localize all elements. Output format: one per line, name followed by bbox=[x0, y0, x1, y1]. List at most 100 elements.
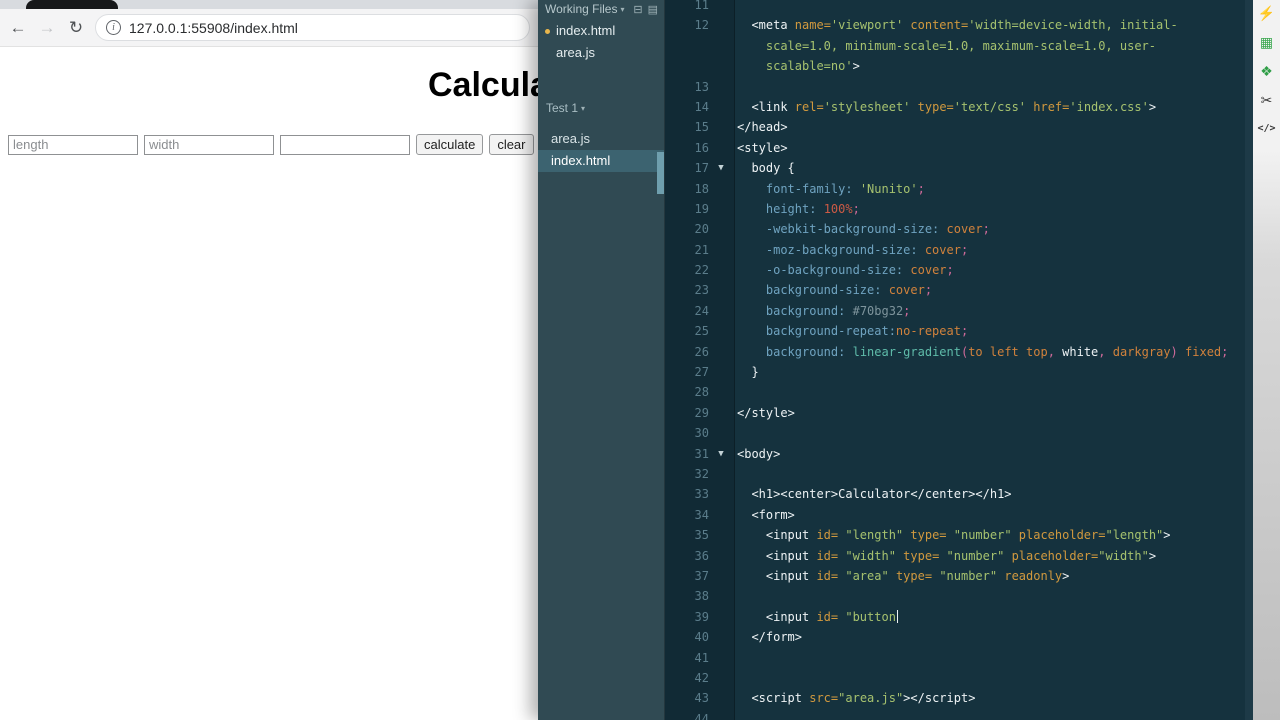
code-line[interactable] bbox=[735, 0, 737, 15]
gutter: 40 bbox=[665, 627, 735, 648]
code-line[interactable]: <script src="area.js"></script> bbox=[735, 688, 975, 708]
code-line[interactable]: -webkit-background-size: cover; bbox=[735, 219, 990, 239]
code-line[interactable] bbox=[735, 423, 737, 443]
browser-tab[interactable] bbox=[26, 0, 118, 9]
browser-toolbar: ← → ↻ i 127.0.0.1:55908/index.html bbox=[0, 9, 538, 47]
gutter: 17 ▼ bbox=[665, 158, 735, 179]
code-line[interactable]: -moz-background-size: cover; bbox=[735, 240, 968, 260]
url-bar[interactable]: i 127.0.0.1:55908/index.html bbox=[95, 14, 530, 41]
code-line[interactable]: } bbox=[735, 362, 758, 382]
line-number: 33 bbox=[694, 487, 709, 502]
gutter: 16 bbox=[665, 137, 735, 159]
code-line[interactable]: <input id= "width" type= "number" placeh… bbox=[735, 546, 1156, 566]
gutter: 34 bbox=[665, 504, 735, 526]
code-line[interactable]: <input id= "length" type= "number" place… bbox=[735, 525, 1171, 545]
file-name: index.html bbox=[556, 23, 616, 38]
fold-arrow-icon[interactable]: ▼ bbox=[709, 444, 733, 464]
gutter: 35 bbox=[665, 525, 735, 546]
code-line[interactable]: </form> bbox=[735, 627, 802, 647]
line-number: 15 bbox=[694, 120, 709, 135]
project-header[interactable]: Test 1 ▾ bbox=[538, 98, 664, 118]
browser-window: ← → ↻ i 127.0.0.1:55908/index.html Calcu… bbox=[0, 0, 538, 720]
code-line[interactable]: <form> bbox=[735, 505, 794, 525]
editor-scrollbar[interactable] bbox=[1245, 0, 1253, 720]
code-line[interactable]: <body> bbox=[735, 444, 780, 464]
code-line[interactable]: body { bbox=[735, 158, 794, 178]
project-files-list: area.js index.html bbox=[538, 128, 664, 172]
caret-down-icon: ▾ bbox=[581, 103, 586, 113]
code-line[interactable]: background: linear-gradient(to left top,… bbox=[735, 342, 1229, 362]
working-files-list: index.html area.js bbox=[538, 20, 664, 64]
line-number: 16 bbox=[694, 140, 709, 155]
working-files-header[interactable]: Working Files ▾ ⊟ ▤ bbox=[538, 0, 664, 20]
screen: ← → ↻ i 127.0.0.1:55908/index.html Calcu… bbox=[0, 0, 1280, 720]
code-line[interactable]: font-family: 'Nunito'; bbox=[735, 179, 925, 199]
split-view-icon[interactable]: ⊟ bbox=[633, 3, 642, 16]
code-line[interactable]: background: #70bg32; bbox=[735, 301, 911, 321]
sidebar-scrollbar-thumb[interactable] bbox=[657, 152, 664, 194]
extension-bricks-icon[interactable]: ▦ bbox=[1256, 31, 1278, 53]
code-line[interactable] bbox=[735, 586, 737, 606]
code-line[interactable]: background-size: cover; bbox=[735, 280, 932, 300]
fold-arrow-icon[interactable]: ▼ bbox=[709, 158, 733, 178]
area-input[interactable] bbox=[280, 134, 410, 155]
gutter: 37 bbox=[665, 565, 735, 587]
browser-tabstrip bbox=[0, 0, 538, 9]
back-icon[interactable]: ← bbox=[8, 19, 28, 36]
working-file-item[interactable]: area.js bbox=[538, 42, 664, 64]
code-line[interactable]: height: 100%; bbox=[735, 199, 860, 219]
code-line[interactable]: scale=1.0, minimum-scale=1.0, maximum-sc… bbox=[735, 36, 1156, 56]
width-input[interactable] bbox=[144, 134, 274, 155]
gutter bbox=[665, 56, 735, 77]
line-number bbox=[665, 56, 709, 76]
code-line[interactable] bbox=[735, 668, 737, 688]
code-line[interactable]: <link rel='stylesheet' type='text/css' h… bbox=[735, 97, 1156, 117]
calculator-form: calculate clear bbox=[8, 134, 534, 155]
forward-icon[interactable]: → bbox=[37, 19, 57, 36]
working-file-item[interactable]: index.html bbox=[538, 20, 664, 42]
code-line[interactable]: scalable=no'> bbox=[735, 56, 860, 76]
code-line[interactable] bbox=[735, 709, 737, 720]
code-line[interactable]: </head> bbox=[735, 117, 788, 137]
code-line[interactable]: background-repeat:no-repeat; bbox=[735, 321, 968, 341]
code-line[interactable]: <input id= "button bbox=[735, 607, 898, 627]
page-info-icon[interactable]: i bbox=[106, 20, 121, 35]
code-tag-icon[interactable]: </> bbox=[1256, 118, 1278, 140]
code-line[interactable]: <style> bbox=[735, 138, 788, 158]
reload-icon[interactable]: ↻ bbox=[66, 19, 86, 36]
calculate-button[interactable]: calculate bbox=[416, 134, 484, 155]
gutter: 36 bbox=[665, 545, 735, 566]
code-line[interactable]: -o-background-size: cover; bbox=[735, 260, 954, 280]
extension-sparkle-icon[interactable]: ❖ bbox=[1256, 60, 1278, 82]
line-number: 37 bbox=[694, 568, 709, 583]
gutter: 19 bbox=[665, 198, 735, 220]
page-content: Calculator calculate clear bbox=[0, 47, 538, 720]
project-file-item[interactable]: index.html bbox=[538, 150, 664, 172]
code-line[interactable] bbox=[735, 382, 737, 402]
line-number: 24 bbox=[694, 303, 709, 318]
line-number: 29 bbox=[694, 405, 709, 420]
length-input[interactable] bbox=[8, 134, 138, 155]
line-number: 31 bbox=[694, 446, 709, 461]
code-lines: 11 12 <meta name='viewport' content='width… bbox=[665, 0, 1253, 720]
project-file-item[interactable]: area.js bbox=[538, 128, 664, 150]
gutter: 12 bbox=[665, 15, 735, 36]
code-line[interactable]: <h1><center>Calculator</center></h1> bbox=[735, 484, 1011, 504]
code-line[interactable]: <meta name='viewport' content='width=dev… bbox=[735, 15, 1177, 35]
code-line[interactable] bbox=[735, 648, 737, 668]
code-line[interactable] bbox=[735, 464, 737, 484]
line-number: 27 bbox=[694, 365, 709, 380]
code-line[interactable] bbox=[735, 77, 737, 97]
new-file-icon[interactable]: ▤ bbox=[648, 3, 658, 16]
live-preview-icon[interactable]: ⚡ bbox=[1256, 2, 1278, 24]
code-line[interactable]: <input id= "area" type= "number" readonl… bbox=[735, 566, 1070, 586]
gutter: 22 bbox=[665, 260, 735, 281]
line-number: 19 bbox=[694, 201, 709, 216]
gutter: 38 bbox=[665, 586, 735, 607]
url-text: 127.0.0.1:55908/index.html bbox=[129, 19, 298, 36]
clear-button[interactable]: clear bbox=[489, 134, 534, 155]
file-name: area.js bbox=[556, 45, 596, 60]
snippets-scissors-icon[interactable]: ✂ bbox=[1256, 89, 1278, 111]
code-line[interactable]: </style> bbox=[735, 403, 795, 423]
modified-dot-icon bbox=[545, 29, 550, 34]
